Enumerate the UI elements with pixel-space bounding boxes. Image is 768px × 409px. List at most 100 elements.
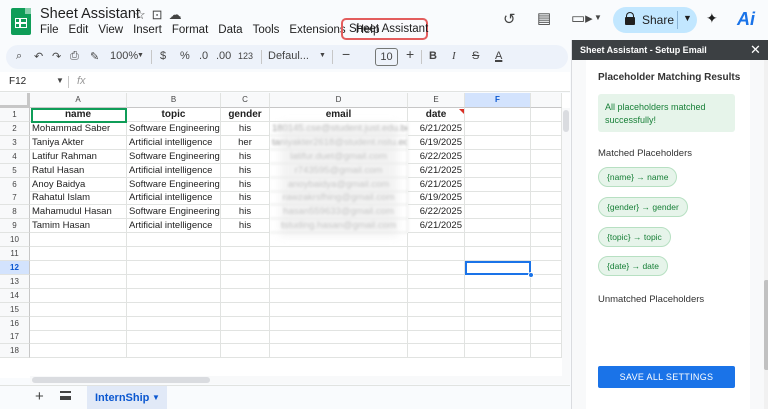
column-header-f[interactable]: F [465, 93, 531, 108]
font-dropdown-icon[interactable]: ▼ [319, 52, 326, 59]
grid-cell[interactable]: his [221, 177, 270, 192]
grid-cell[interactable]: Artificial intelligence [127, 191, 221, 206]
grid-cell[interactable] [531, 108, 562, 122]
grid-cell[interactable]: Rahatul Islam [30, 191, 127, 206]
grid-cell[interactable]: Artificial intelligence [127, 135, 221, 150]
add-sheet-icon[interactable]: + [35, 388, 44, 405]
name-box-dropdown-icon[interactable]: ▼ [56, 76, 64, 85]
row-header[interactable]: 9 [0, 219, 30, 234]
zoom-select[interactable]: 100% [110, 50, 138, 62]
video-call-icon[interactable]: ▭▸ [571, 9, 593, 27]
grid-cell[interactable]: 6/22/2025 [408, 149, 465, 164]
grid-cell[interactable] [127, 330, 221, 345]
grid-cell[interactable] [221, 302, 270, 317]
sheets-logo-icon[interactable] [11, 8, 31, 35]
grid-cell[interactable] [30, 274, 127, 289]
grid-cell[interactable]: Artificial intelligence [127, 219, 221, 234]
grid-cell[interactable] [465, 330, 531, 345]
grid-cell[interactable] [465, 135, 531, 150]
grid-cell[interactable] [408, 274, 465, 289]
redo-icon[interactable]: ↷ [52, 50, 61, 63]
grid-cell[interactable] [408, 344, 465, 359]
row-header[interactable]: 16 [0, 316, 30, 331]
menu-tools[interactable]: Tools [253, 24, 280, 36]
grid-cell[interactable]: Taniya Akter [30, 135, 127, 150]
grid-cell[interactable] [531, 121, 562, 136]
strikethrough-button[interactable]: S [472, 50, 479, 62]
row-header[interactable]: 15 [0, 302, 30, 317]
grid-cell[interactable] [221, 316, 270, 331]
grid-cell[interactable] [465, 344, 531, 359]
grid-cell[interactable] [30, 260, 127, 275]
grid-cell[interactable]: Software Engineering [127, 121, 221, 136]
grid-cell[interactable] [221, 344, 270, 359]
grid-cell[interactable]: topic [127, 108, 221, 122]
grid-cell[interactable] [270, 260, 408, 275]
grid-cell[interactable] [465, 219, 531, 234]
grid-cell[interactable] [531, 191, 562, 206]
grid-cell[interactable]: his [221, 219, 270, 234]
percent-button[interactable]: % [180, 50, 190, 62]
active-cell-f12[interactable] [465, 261, 531, 275]
grid-cell[interactable] [531, 344, 562, 359]
select-all-corner[interactable] [0, 93, 30, 108]
save-all-settings-button[interactable]: SAVE ALL SETTINGS [598, 366, 735, 388]
grid-cell[interactable] [408, 233, 465, 248]
grid-cell[interactable] [465, 149, 531, 164]
grid-cell[interactable]: Mohammad Saber [30, 121, 127, 136]
grid-cell[interactable] [127, 302, 221, 317]
paint-format-icon[interactable]: ✎ [90, 50, 99, 63]
history-icon[interactable]: ↺ [503, 10, 516, 28]
decrease-decimal-button[interactable]: .0 [199, 50, 208, 62]
grid-cell[interactable] [30, 344, 127, 359]
name-box[interactable]: F12 [9, 76, 26, 87]
grid-cell[interactable] [531, 330, 562, 345]
move-to-folder-icon[interactable]: ⊡ [152, 7, 163, 23]
font-select[interactable]: Defaul... [268, 50, 309, 62]
grid-cell[interactable]: Ratul Hasan [30, 163, 127, 178]
grid-cell[interactable]: Latifur Rahman [30, 149, 127, 164]
grid-cell[interactable] [270, 302, 408, 317]
ai-logo-icon[interactable]: Ai [737, 9, 755, 30]
grid-cell[interactable] [531, 288, 562, 303]
grid-cell[interactable] [531, 247, 562, 261]
grid-cell[interactable] [531, 274, 562, 289]
grid-cell[interactable] [465, 121, 531, 136]
search-icon[interactable]: ⌕ [16, 50, 22, 63]
number-format-button[interactable]: 123 [238, 51, 253, 61]
row-header[interactable]: 6 [0, 177, 30, 192]
row-header[interactable]: 7 [0, 191, 30, 206]
grid-cell[interactable]: Software Engineering [127, 205, 221, 220]
grid-cell[interactable]: Software Engineering [127, 149, 221, 164]
fill-handle[interactable] [528, 272, 534, 278]
grid-cell[interactable] [127, 316, 221, 331]
vertical-scroll-thumb[interactable] [563, 110, 569, 132]
increase-font-size-icon[interactable]: + [406, 46, 414, 62]
grid-cell[interactable]: Mahamudul Hasan [30, 205, 127, 220]
grid-cell[interactable] [531, 177, 562, 192]
grid-cell[interactable]: his [221, 149, 270, 164]
row-header[interactable]: 14 [0, 288, 30, 303]
grid-cell[interactable] [408, 260, 465, 275]
grid-cell[interactable] [465, 177, 531, 192]
star-icon[interactable]: ☆ [134, 7, 146, 23]
grid-cell[interactable]: her [221, 135, 270, 150]
grid-cell[interactable]: his [221, 121, 270, 136]
grid-cell[interactable]: his [221, 191, 270, 206]
grid-cell[interactable]: his [221, 163, 270, 178]
cloud-status-icon[interactable]: ☁ [169, 7, 182, 23]
row-header[interactable]: 11 [0, 247, 30, 261]
vertical-scrollbar[interactable] [562, 108, 570, 378]
grid-cell[interactable] [221, 260, 270, 275]
grid-cell[interactable]: Tamim Hasan [30, 219, 127, 234]
spreadsheet-grid[interactable]: A B C D E F 1 name topic gender email date 2 Mo… [0, 93, 570, 378]
grid-cell[interactable] [30, 247, 127, 261]
grid-cell[interactable] [408, 330, 465, 345]
column-header-e[interactable]: E [408, 93, 465, 108]
text-color-button[interactable]: A [495, 50, 502, 62]
grid-cell[interactable]: 6/19/2025 [408, 135, 465, 150]
grid-cell[interactable]: 6/19/2025 [408, 191, 465, 206]
row-header[interactable]: 4 [0, 149, 30, 164]
menu-data[interactable]: Data [218, 24, 242, 36]
grid-cell[interactable]: Anoy Baidya [30, 177, 127, 192]
